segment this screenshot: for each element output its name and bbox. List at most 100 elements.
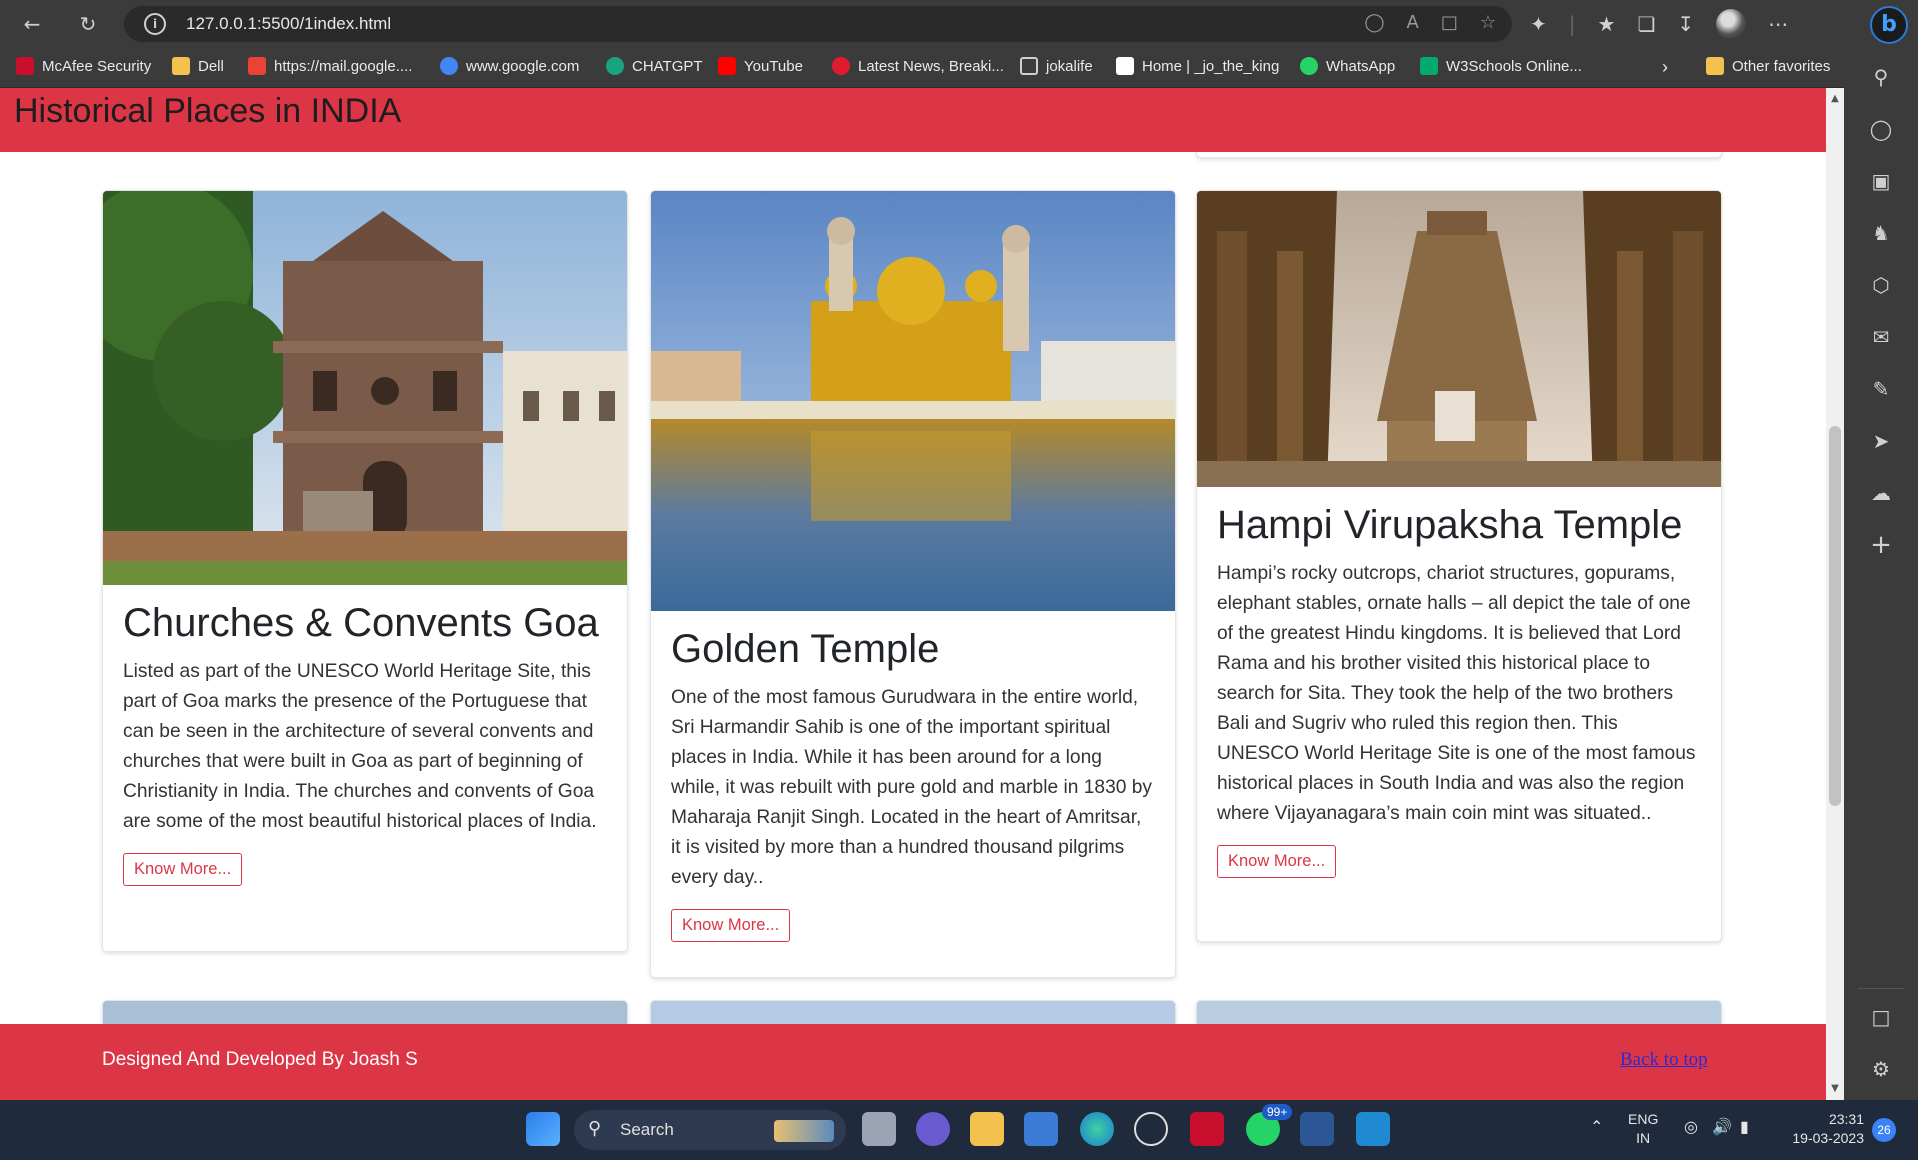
volume-icon[interactable]: 🔊 — [1712, 1118, 1732, 1137]
favorite-chatgpt[interactable]: CHATGPT — [606, 57, 703, 75]
hampi-temple-image — [1197, 191, 1721, 487]
other-favorites[interactable]: Other favorites — [1706, 57, 1830, 75]
microsoft365-icon[interactable]: ⬡ — [1866, 270, 1896, 300]
notification-badge[interactable]: 26 — [1872, 1118, 1896, 1142]
wix-icon — [1116, 57, 1134, 75]
know-more-button[interactable]: Know More... — [1217, 845, 1337, 878]
dell-icon[interactable] — [1134, 1112, 1168, 1146]
add-favorite-icon[interactable]: ☆ — [1480, 12, 1496, 33]
card-goa: Churches & Convents Goa Listed as part o… — [102, 190, 628, 952]
back-arrow-icon[interactable]: ← — [18, 10, 46, 38]
address-bar[interactable]: i 127.0.0.1:5500/1index.html ◯ A □ ☆ — [124, 6, 1512, 42]
chat-icon[interactable] — [916, 1112, 950, 1146]
card-title: Golden Temple — [671, 627, 940, 671]
file-explorer-icon[interactable] — [970, 1112, 1004, 1146]
folder-icon — [1706, 57, 1724, 75]
favorite-label: www.google.com — [466, 57, 580, 75]
extensions-icon[interactable]: ✦ — [1530, 12, 1547, 36]
scroll-up-arrow-icon[interactable]: ▲ — [1826, 90, 1844, 108]
search-icon[interactable]: ⚲ — [1866, 62, 1896, 92]
goa-church-image — [103, 191, 627, 585]
card-body: Churches & Convents Goa Listed as part o… — [123, 599, 607, 886]
refresh-icon[interactable]: ↻ — [74, 10, 102, 38]
tag-icon[interactable]: ◯ — [1364, 12, 1384, 33]
favorite-gmail[interactable]: https://mail.google.... — [248, 57, 412, 75]
downloads-icon[interactable]: ↧ — [1677, 12, 1694, 36]
page-scrollbar[interactable]: ▲ ▼ — [1826, 88, 1844, 1100]
page-icon — [1020, 57, 1038, 75]
sidebar-panel-icon[interactable]: □ — [1866, 1002, 1896, 1032]
more-options-icon[interactable]: ⋯ — [1768, 12, 1788, 36]
folder-icon — [172, 57, 190, 75]
chevron-right-icon[interactable]: › — [1662, 57, 1668, 78]
know-more-button[interactable]: Know More... — [671, 909, 791, 942]
taskbar-search-label: Search — [620, 1120, 674, 1139]
other-favorites-label: Other favorites — [1732, 57, 1831, 75]
favorite-news[interactable]: Latest News, Breaki... — [832, 57, 1004, 75]
taskbar-search[interactable]: ⚲ Search — [574, 1110, 846, 1150]
windows-start-icon[interactable] — [526, 1112, 560, 1146]
games-icon[interactable]: ♞ — [1866, 218, 1896, 248]
drop-icon[interactable]: ☁ — [1866, 478, 1896, 508]
card-golden-temple: Golden Temple One of the most famous Gur… — [650, 190, 1176, 978]
vscode-icon[interactable] — [1356, 1112, 1390, 1146]
favorites-icon[interactable]: ★ — [1598, 12, 1616, 36]
chevron-up-icon[interactable]: ⌃ — [1590, 1118, 1603, 1137]
bing-icon[interactable]: b — [1870, 6, 1908, 44]
favorite-mcafee[interactable]: McAfee Security — [16, 57, 151, 75]
card-text: Hampi’s rocky outcrops, chariot structur… — [1217, 563, 1696, 824]
send-icon[interactable]: ➤ — [1866, 426, 1896, 456]
favorite-dell[interactable]: Dell — [172, 57, 224, 75]
windows-taskbar: ⚲ Search 99+ ⌃ ENG IN ◎ 🔊 ▮ 23:31 19-03-20… — [0, 1100, 1918, 1160]
card-title: Churches & Convents Goa — [123, 601, 599, 645]
favorite-w3schools[interactable]: W3Schools Online... — [1420, 57, 1582, 75]
outlook-icon[interactable]: ✉ — [1866, 322, 1896, 352]
favorite-label: https://mail.google.... — [274, 57, 413, 75]
golden-temple-illustration — [651, 191, 1175, 611]
profile-avatar[interactable] — [1716, 9, 1747, 39]
footer-credit: Designed And Developed By Joash S — [102, 1049, 418, 1070]
tools-icon[interactable]: ▣ — [1866, 166, 1896, 196]
favorite-google[interactable]: www.google.com — [440, 57, 579, 75]
designer-icon[interactable]: ✎ — [1866, 374, 1896, 404]
favorites-bar: McAfee Security Dell https://mail.google… — [0, 48, 1918, 88]
edge-icon[interactable] — [1080, 1112, 1114, 1146]
favorite-label: Latest News, Breaki... — [858, 57, 1004, 75]
card-body: Hampi Virupaksha Temple Hampi’s rocky ou… — [1217, 501, 1701, 878]
word-icon[interactable] — [1300, 1112, 1334, 1146]
language-indicator[interactable]: ENG IN — [1628, 1110, 1658, 1148]
scroll-down-arrow-icon[interactable]: ▼ — [1826, 1080, 1844, 1098]
microsoft-store-icon[interactable] — [1024, 1112, 1058, 1146]
know-more-button[interactable]: Know More... — [123, 853, 243, 886]
task-view-icon[interactable] — [862, 1112, 896, 1146]
network-icon[interactable]: ◎ — [1684, 1118, 1698, 1137]
site-header: Historical Places in INDIA — [0, 88, 1826, 152]
mcafee-icon[interactable] — [1190, 1112, 1224, 1146]
shopping-tag-icon[interactable]: ◯ — [1866, 114, 1896, 144]
favorite-label: CHATGPT — [632, 57, 703, 75]
address-bar-actions: ◯ A □ ☆ — [1364, 12, 1496, 33]
read-aloud-icon[interactable]: A — [1407, 12, 1419, 33]
favorite-jokalife[interactable]: jokalife — [1020, 57, 1093, 75]
edge-sidebar: ⚲ ◯ ▣ ♞ ⬡ ✉ ✎ ➤ ☁ + □ ⚙ — [1844, 48, 1918, 1100]
collections-icon[interactable]: ❏ — [1637, 12, 1655, 36]
battery-icon[interactable]: ▮ — [1740, 1118, 1749, 1137]
favorite-label: McAfee Security — [42, 57, 152, 75]
browser-toolbar: ← ↻ i 127.0.0.1:5500/1index.html ◯ A □ ☆… — [0, 0, 1918, 48]
add-icon[interactable]: + — [1866, 530, 1896, 560]
back-to-top-link[interactable]: Back to top — [1620, 1049, 1708, 1071]
settings-gear-icon[interactable]: ⚙ — [1866, 1054, 1896, 1084]
lang-bottom: IN — [1636, 1130, 1651, 1146]
card-text: One of the most famous Gurudwara in the … — [671, 687, 1153, 888]
site-footer: Designed And Developed By Joash S Back t… — [0, 1024, 1826, 1100]
url-text[interactable]: 127.0.0.1:5500/1index.html — [186, 14, 391, 34]
info-icon[interactable]: i — [144, 13, 166, 35]
toolbar-divider: | — [1568, 12, 1576, 36]
scroll-thumb[interactable] — [1829, 426, 1841, 806]
immersive-reader-icon[interactable]: □ — [1441, 12, 1458, 33]
favorite-whatsapp[interactable]: WhatsApp — [1300, 57, 1395, 75]
favorite-youtube[interactable]: YouTube — [718, 57, 803, 75]
whatsapp-badge: 99+ — [1262, 1104, 1293, 1120]
favorite-wix[interactable]: Home | _jo_the_king — [1116, 57, 1279, 75]
clock[interactable]: 23:31 19-03-2023 — [1780, 1110, 1864, 1148]
